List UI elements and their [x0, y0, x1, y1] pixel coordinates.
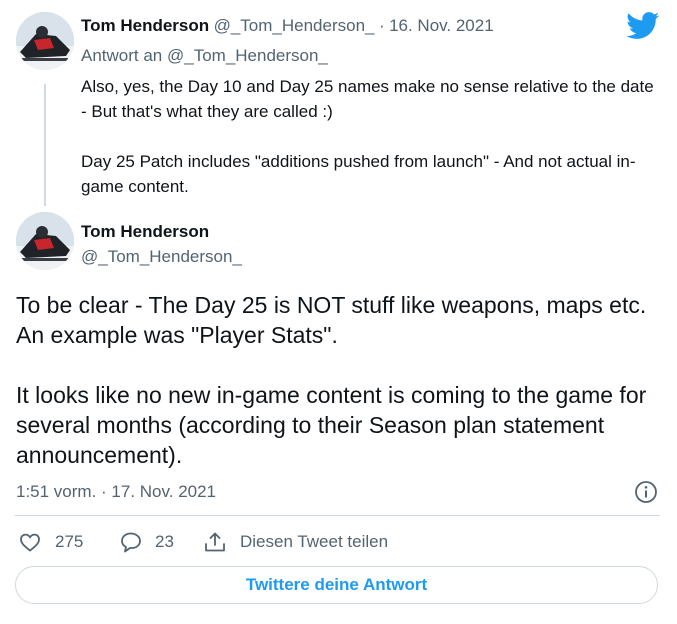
avatar[interactable]: [16, 212, 74, 270]
reply-count-button[interactable]: 23: [118, 530, 174, 554]
replying-to[interactable]: Antwort an @_Tom_Henderson_: [81, 46, 328, 66]
reply-paragraph: Also, yes, the Day 10 and Day 25 names m…: [81, 77, 654, 121]
divider: [15, 515, 660, 516]
thread-line: [44, 84, 46, 206]
reply-tweet-text: Also, yes, the Day 10 and Day 25 names m…: [81, 74, 661, 199]
author-name[interactable]: Tom Henderson: [81, 222, 209, 242]
twitter-bird-icon[interactable]: [626, 12, 660, 45]
like-button[interactable]: 275: [18, 530, 83, 554]
avatar[interactable]: [16, 12, 74, 70]
reply-button[interactable]: Twittere deine Antwort: [15, 566, 658, 604]
reply-paragraph: Day 25 Patch includes "additions pushed …: [81, 152, 636, 196]
author-name[interactable]: Tom Henderson: [81, 16, 209, 35]
share-label: Diesen Tweet teilen: [240, 532, 389, 551]
main-tweet-text: To be clear - The Day 25 is NOT stuff li…: [16, 290, 656, 470]
main-paragraph: To be clear - The Day 25 is NOT stuff li…: [16, 292, 647, 348]
reply-tweet-header: Tom Henderson @_Tom_Henderson_ · 16. Nov…: [81, 16, 494, 36]
like-count: 275: [55, 532, 84, 551]
tweet-date[interactable]: 16. Nov. 2021: [389, 16, 494, 35]
comment-icon: [118, 530, 144, 554]
share-button[interactable]: Diesen Tweet teilen: [202, 530, 388, 554]
heart-icon: [18, 530, 42, 554]
info-icon[interactable]: [634, 480, 658, 509]
author-handle[interactable]: @_Tom_Henderson_: [81, 247, 242, 267]
separator: ·: [378, 16, 385, 35]
share-icon: [202, 530, 228, 554]
main-paragraph: It looks like no new in-game content is …: [16, 382, 647, 468]
author-handle[interactable]: @_Tom_Henderson_: [214, 16, 375, 35]
reply-count: 23: [155, 532, 174, 551]
tweet-timestamp[interactable]: 1:51 vorm. · 17. Nov. 2021: [16, 482, 216, 502]
